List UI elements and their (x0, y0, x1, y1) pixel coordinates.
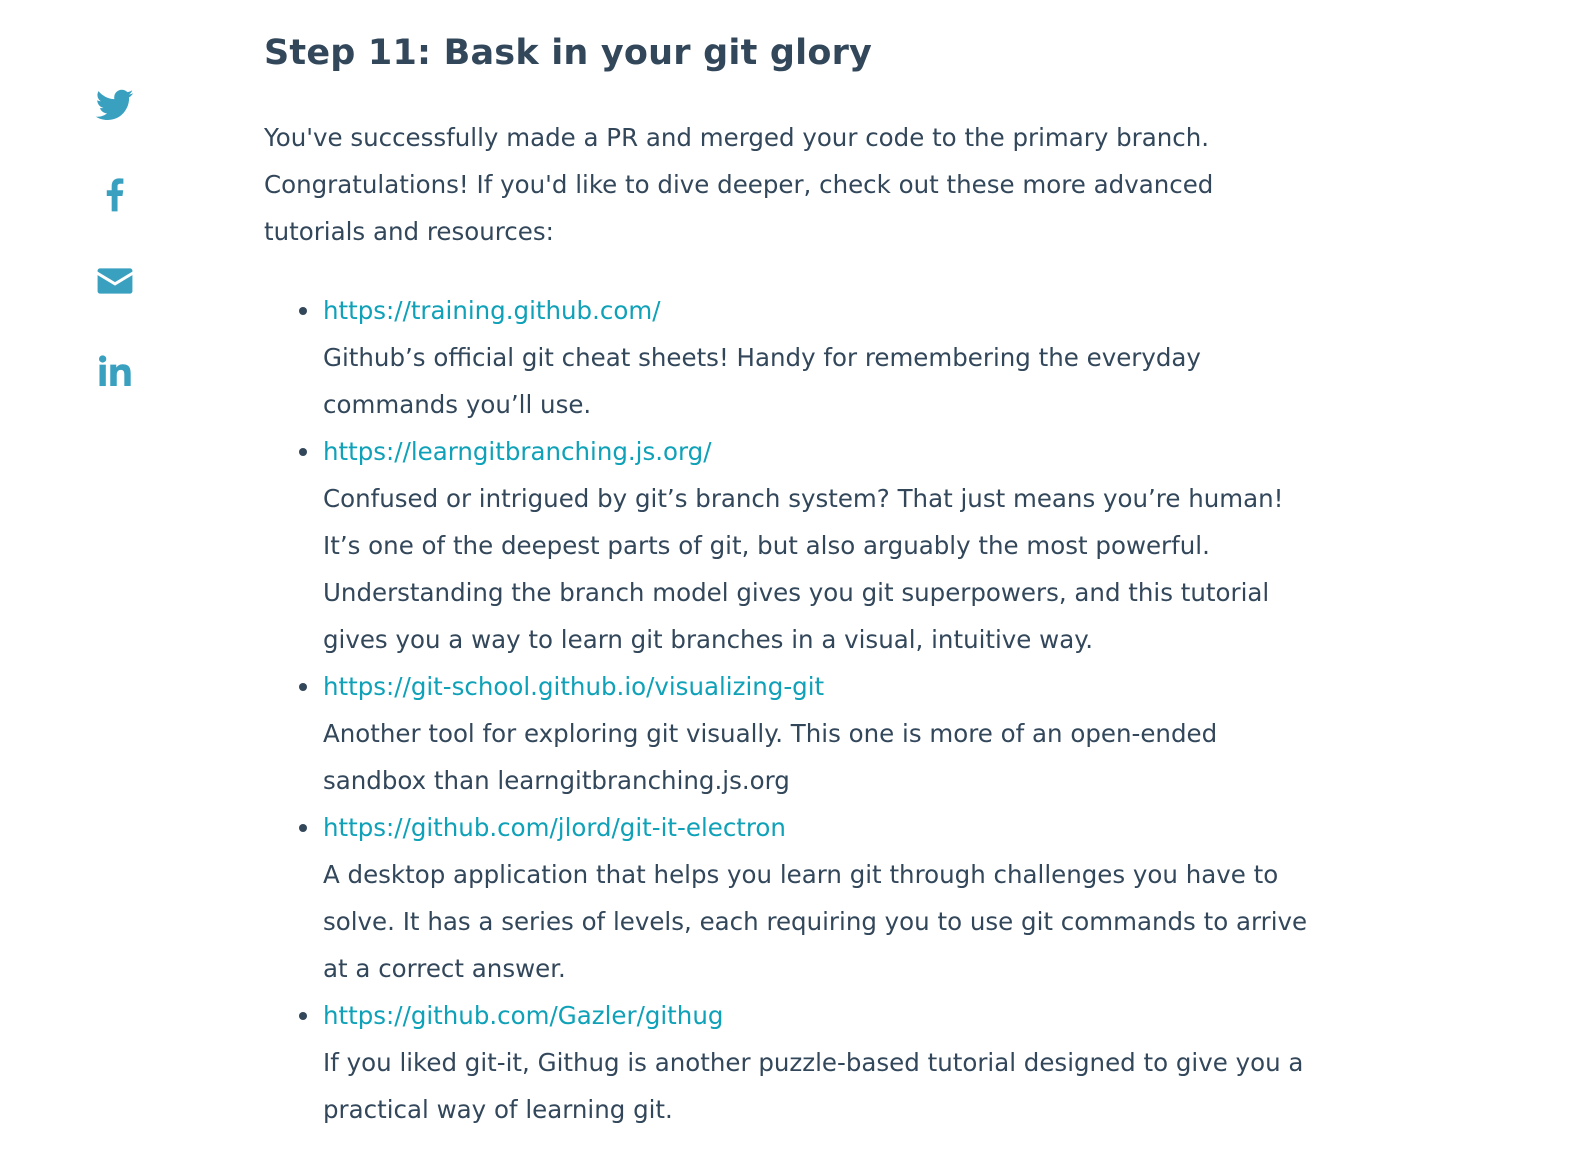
bullet-icon (299, 824, 307, 832)
share-facebook-button[interactable] (96, 175, 134, 213)
list-item: https://training.github.com/ Github’s of… (299, 287, 1324, 428)
resource-link[interactable]: https://learngitbranching.js.org/ (323, 428, 1324, 475)
resource-description: Another tool for exploring git visually.… (323, 719, 1218, 795)
twitter-icon (96, 89, 134, 121)
resource-link[interactable]: https://git-school.github.io/visualizing… (323, 663, 1324, 710)
bullet-icon (299, 1012, 307, 1020)
resource-link[interactable]: https://github.com/jlord/git-it-electron (323, 804, 1324, 851)
bullet-icon (299, 448, 307, 456)
linkedin-icon (99, 355, 131, 387)
resource-description: A desktop application that helps you lea… (323, 860, 1308, 983)
resources-list: https://training.github.com/ Github’s of… (264, 287, 1324, 1133)
bullet-icon (299, 307, 307, 315)
share-email-button[interactable] (96, 262, 134, 300)
resource-description: If you liked git-it, Githug is another p… (323, 1048, 1304, 1124)
resource-link[interactable]: https://training.github.com/ (323, 287, 1324, 334)
facebook-icon (106, 178, 124, 212)
intro-paragraph: You've successfully made a PR and merged… (264, 123, 1214, 246)
list-item: https://git-school.github.io/visualizing… (299, 663, 1324, 804)
list-item: https://learngitbranching.js.org/ Confus… (299, 428, 1324, 663)
article-content: Step 11: Bask in your git glory You've s… (264, 28, 1324, 1133)
list-item: https://github.com/jlord/git-it-electron… (299, 804, 1324, 992)
share-linkedin-button[interactable] (96, 352, 134, 390)
step-heading: Step 11: Bask in your git glory (264, 33, 873, 73)
share-twitter-button[interactable] (96, 86, 134, 124)
resource-description: Github’s official git cheat sheets! Hand… (323, 343, 1201, 419)
bullet-icon (299, 683, 307, 691)
email-icon (97, 268, 133, 294)
resource-link[interactable]: https://github.com/Gazler/githug (323, 992, 1324, 1039)
resource-description: Confused or intrigued by git’s branch sy… (323, 484, 1284, 654)
list-item: https://github.com/Gazler/githug If you … (299, 992, 1324, 1133)
